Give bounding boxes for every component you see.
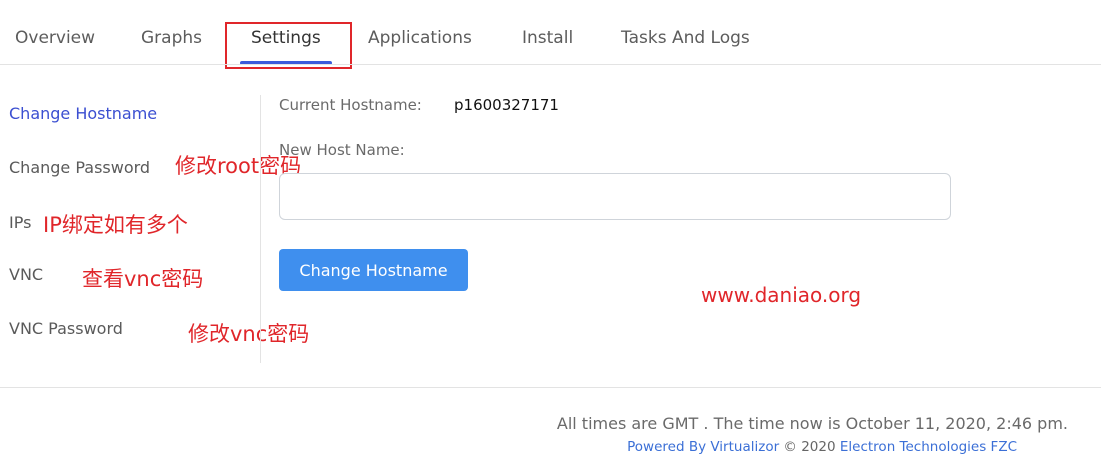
- current-hostname-label: Current Hostname:: [279, 96, 422, 114]
- sidebar-item-ips[interactable]: IPs: [9, 213, 31, 232]
- copyright-text: © 2020: [779, 439, 840, 455]
- tab-install[interactable]: Install: [522, 28, 573, 48]
- new-hostname-label: New Host Name:: [279, 141, 405, 159]
- powered-by-link[interactable]: Powered By Virtualizor: [627, 439, 779, 455]
- new-hostname-input[interactable]: [279, 173, 951, 220]
- footer-credit: Powered By Virtualizor © 2020 Electron T…: [627, 439, 1017, 455]
- footer-divider: [0, 387, 1101, 388]
- change-hostname-button[interactable]: Change Hostname: [279, 249, 468, 291]
- company-link[interactable]: Electron Technologies FZC: [840, 439, 1017, 455]
- annotation-highlight-box: [225, 22, 352, 69]
- footer-time-text: All times are GMT . The time now is Octo…: [556, 414, 1068, 433]
- sidebar-item-vnc-password[interactable]: VNC Password: [9, 319, 123, 338]
- tab-applications[interactable]: Applications: [368, 28, 472, 48]
- tab-bar: Overview Graphs Settings Applications In…: [0, 0, 1101, 69]
- sidebar-item-change-password[interactable]: Change Password: [9, 158, 150, 177]
- annotation-ips: IP绑定如有多个: [43, 213, 188, 237]
- divider: [0, 64, 1101, 65]
- annotation-vnc-password: 修改vnc密码: [188, 322, 310, 346]
- sidebar-divider: [260, 95, 261, 363]
- tab-overview[interactable]: Overview: [15, 28, 95, 48]
- current-hostname-value: p1600327171: [454, 96, 559, 114]
- sidebar-item-change-hostname[interactable]: Change Hostname: [9, 104, 157, 123]
- annotation-vnc: 查看vnc密码: [82, 267, 204, 291]
- tab-graphs[interactable]: Graphs: [141, 28, 202, 48]
- sidebar-item-vnc[interactable]: VNC: [9, 265, 43, 284]
- watermark-text: www.daniao.org: [701, 283, 862, 307]
- tab-tasks-and-logs[interactable]: Tasks And Logs: [621, 28, 750, 48]
